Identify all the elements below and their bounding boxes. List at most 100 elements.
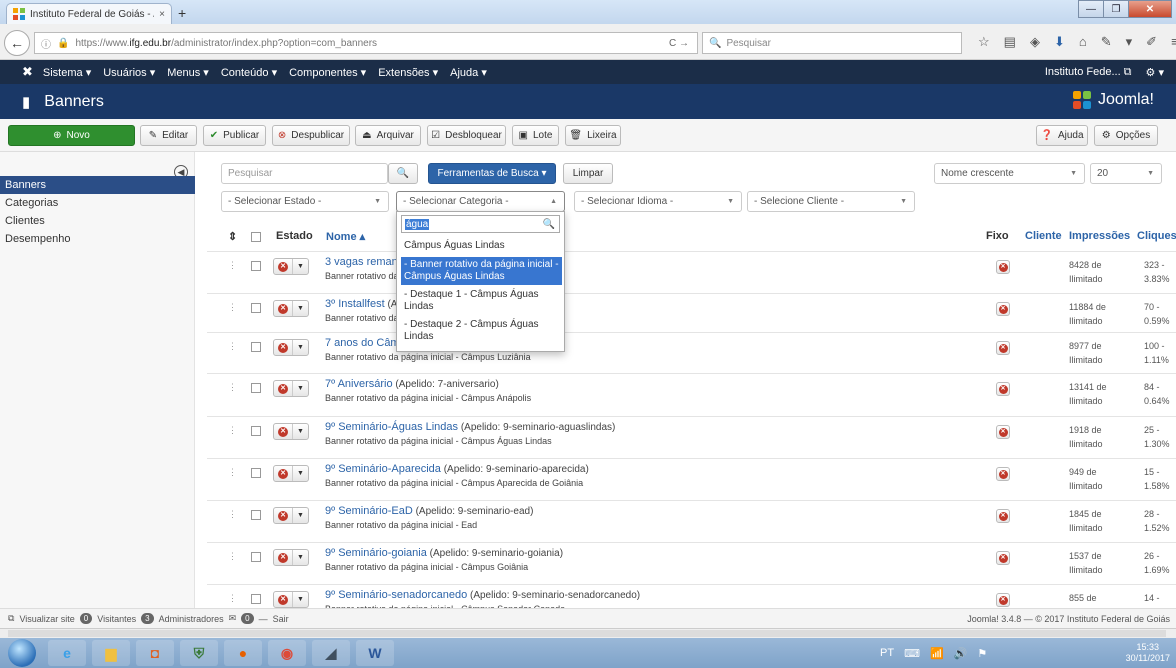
sort-select[interactable]: Nome crescente ▼ xyxy=(934,163,1085,184)
menu-arrow-icon[interactable]: ▾ xyxy=(1126,34,1133,50)
network-icon[interactable]: 📶 xyxy=(930,647,944,660)
flag-icon[interactable]: ⚑ xyxy=(977,647,987,660)
banner-title-link[interactable]: 9º Seminário-EaD xyxy=(325,505,413,517)
pen-icon[interactable]: ✐ xyxy=(1146,34,1157,50)
chevron-down-icon[interactable]: ▼ xyxy=(292,381,308,396)
col-impressoes[interactable]: Impressões xyxy=(1069,230,1130,242)
search-tools-button[interactable]: Ferramentas de Busca ▾ xyxy=(428,163,556,184)
reload-icon[interactable]: C → xyxy=(669,38,689,49)
tab-close-icon[interactable]: × xyxy=(159,9,165,20)
row-checkbox[interactable] xyxy=(251,303,261,313)
menu-sistema[interactable]: Sistema ▾ xyxy=(43,66,91,79)
limit-select[interactable]: 20 ▼ xyxy=(1090,163,1162,184)
chevron-down-icon[interactable]: ▼ xyxy=(292,550,308,565)
reading-list-icon[interactable]: ▤ xyxy=(1004,34,1016,50)
menu-ajuda[interactable]: Ajuda ▾ xyxy=(450,66,487,79)
ie-icon[interactable]: e xyxy=(48,640,86,666)
row-checkbox[interactable] xyxy=(251,426,261,436)
status-toggle[interactable]: ✕ ▼ xyxy=(273,423,309,440)
dropdown-option[interactable]: - Destaque 2 - Câmpus Águas Lindas xyxy=(401,317,562,345)
banner-title-link[interactable]: 9º Seminário-senadorcanedo xyxy=(325,589,467,601)
banner-title-link[interactable]: 9º Seminário-Águas Lindas xyxy=(325,421,458,433)
terminal-icon[interactable]: ◢ xyxy=(312,640,350,666)
back-button[interactable]: ← xyxy=(4,30,30,56)
site-link[interactable]: Instituto Fede... ⧉ xyxy=(1045,66,1132,79)
address-bar[interactable]: ⓘ 🔒 https://www.ifg.edu.br/administrator… xyxy=(34,32,698,54)
sidebar-item-clientes[interactable]: Clientes xyxy=(0,212,195,230)
row-checkbox[interactable] xyxy=(251,261,261,271)
status-toggle[interactable]: ✕ ▼ xyxy=(273,465,309,482)
language-indicator[interactable]: PT xyxy=(880,647,894,660)
client-filter-select[interactable]: - Selecione Cliente - ▼ xyxy=(747,191,915,212)
browser-search-field[interactable]: 🔍 Pesquisar xyxy=(702,32,962,54)
category-search-input[interactable]: água 🔍 xyxy=(401,215,560,233)
browser-tab[interactable]: Instituto Federal de Goiás - / × xyxy=(6,3,172,24)
row-checkbox[interactable] xyxy=(251,594,261,604)
col-fixo[interactable]: Fixo xyxy=(986,230,1009,242)
sort-order-icon[interactable]: ⇕ xyxy=(228,230,237,243)
sticky-toggle[interactable]: ✕ xyxy=(996,302,1010,316)
col-estado[interactable]: Estado xyxy=(276,230,313,242)
batch-button[interactable]: ▣ Lote xyxy=(512,125,559,146)
row-checkbox[interactable] xyxy=(251,552,261,562)
banner-title-link[interactable]: 7º Aniversário xyxy=(325,378,393,390)
sidebar-item-banners[interactable]: Banners xyxy=(0,176,195,194)
status-toggle[interactable]: ✕ ▼ xyxy=(273,507,309,524)
shield-icon[interactable]: ⛨ xyxy=(180,640,218,666)
office-icon[interactable]: ◘ xyxy=(136,640,174,666)
sticky-toggle[interactable]: ✕ xyxy=(996,382,1010,396)
joomla-menu-icon[interactable]: ✖ xyxy=(22,64,33,80)
status-toggle[interactable]: ✕ ▼ xyxy=(273,549,309,566)
pocket-icon[interactable]: ◈ xyxy=(1030,34,1040,50)
menu-extensoes[interactable]: Extensões ▾ xyxy=(378,66,438,79)
explorer-icon[interactable]: ▆ xyxy=(92,640,130,666)
minimize-button[interactable]: — xyxy=(1078,0,1104,18)
hamburger-menu-icon[interactable]: ≡ xyxy=(1171,34,1176,50)
new-button[interactable]: ⊕ Novo xyxy=(8,125,135,146)
banner-title-link[interactable]: 9º Seminário-goiania xyxy=(325,547,427,559)
row-checkbox[interactable] xyxy=(251,468,261,478)
banner-title-link[interactable]: 3 vagas remane xyxy=(325,256,404,268)
archive-button[interactable]: ⏏ Arquivar xyxy=(355,125,421,146)
row-checkbox[interactable] xyxy=(251,510,261,520)
system-clock[interactable]: 15:33 30/11/2017 xyxy=(1126,642,1170,664)
chevron-down-icon[interactable]: ▼ xyxy=(292,508,308,523)
language-filter-select[interactable]: - Selecionar Idioma - ▼ xyxy=(574,191,742,212)
sticky-toggle[interactable]: ✕ xyxy=(996,593,1010,607)
sticky-toggle[interactable]: ✕ xyxy=(996,509,1010,523)
word-icon[interactable]: W xyxy=(356,640,394,666)
envelope-icon[interactable]: ✉ xyxy=(229,613,237,624)
scrollbar-thumb[interactable] xyxy=(8,630,1166,637)
bookmark-star-icon[interactable]: ☆ xyxy=(978,34,990,50)
drag-handle-icon[interactable]: ⋮ xyxy=(228,467,237,478)
new-tab-button[interactable]: + xyxy=(178,5,186,21)
clear-button[interactable]: Limpar xyxy=(563,163,613,184)
drag-handle-icon[interactable]: ⋮ xyxy=(228,593,237,604)
status-toggle[interactable]: ✕ ▼ xyxy=(273,258,309,275)
menu-menus[interactable]: Menus ▾ xyxy=(167,66,209,79)
dropdown-option[interactable]: Câmpus Águas Lindas xyxy=(401,238,562,254)
trash-button[interactable]: 🗑 Lixeira xyxy=(565,125,621,146)
publish-button[interactable]: ✔ Publicar xyxy=(203,125,266,146)
drag-handle-icon[interactable]: ⋮ xyxy=(228,341,237,352)
chevron-down-icon[interactable]: ▼ xyxy=(292,301,308,316)
close-window-button[interactable]: ✕ xyxy=(1128,0,1172,18)
help-button[interactable]: ❓ Ajuda xyxy=(1036,125,1088,146)
drag-handle-icon[interactable]: ⋮ xyxy=(228,302,237,313)
menu-componentes[interactable]: Componentes ▾ xyxy=(289,66,366,79)
menu-conteudo[interactable]: Conteúdo ▾ xyxy=(221,66,277,79)
banner-title-link[interactable]: 3º Installfest xyxy=(325,298,385,310)
drag-handle-icon[interactable]: ⋮ xyxy=(228,260,237,271)
search-input[interactable]: Pesquisar xyxy=(221,163,388,184)
horizontal-scrollbar[interactable] xyxy=(0,628,1176,638)
search-button[interactable]: 🔍 xyxy=(388,163,418,184)
user-settings-menu[interactable]: ⚙ ▾ xyxy=(1146,66,1164,79)
banner-title-link[interactable]: 7 anos do Câmp xyxy=(325,337,406,349)
options-button[interactable]: ⚙ Opções xyxy=(1094,125,1158,146)
downloads-icon[interactable]: ⬇ xyxy=(1054,34,1065,50)
sticky-toggle[interactable]: ✕ xyxy=(996,467,1010,481)
select-all-checkbox[interactable] xyxy=(251,232,261,242)
row-checkbox[interactable] xyxy=(251,383,261,393)
volume-icon[interactable]: 🔊 xyxy=(954,647,968,660)
state-filter-select[interactable]: - Selecionar Estado - ▼ xyxy=(221,191,389,212)
